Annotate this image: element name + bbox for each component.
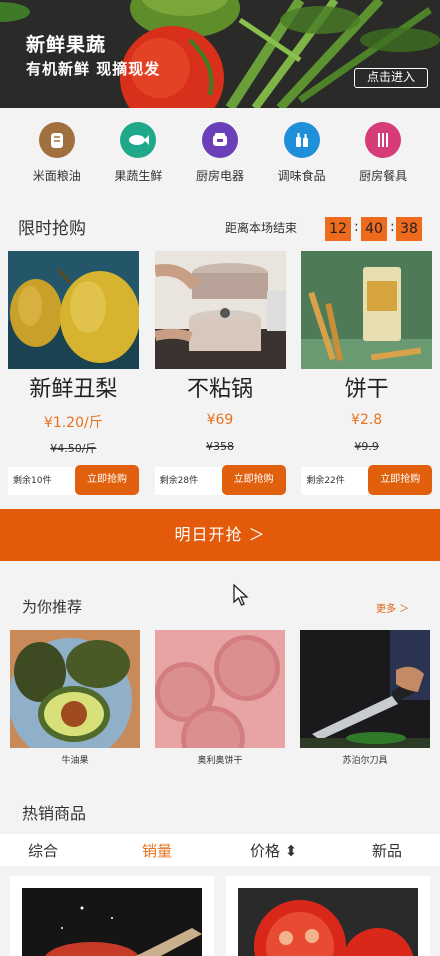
flash-item[interactable]: 不粘锅 ¥69 ¥358 剩余28件 立即抢购 (147, 251, 294, 501)
buy-now-button[interactable]: 立即抢购 (368, 465, 433, 495)
promo-banner[interactable]: 新鲜果蔬 有机新鲜 现摘现发 点击进入 (0, 0, 440, 108)
countdown-label: 距离本场结束 (225, 221, 298, 235)
product-price: ¥1.20/斤 (43, 415, 103, 431)
banner-title: 新鲜果蔬 (26, 34, 107, 56)
banner-enter-button[interactable]: 点击进入 (354, 68, 428, 88)
knife-image (300, 630, 430, 748)
recommend-title: 为你推荐 (22, 598, 83, 616)
category-label: 厨房电器 (195, 169, 244, 183)
product-old-price: ¥358 (205, 440, 234, 453)
product-name: 不粘锅 (186, 377, 253, 402)
hot-goods-title: 热销商品 (22, 804, 87, 823)
flash-sale-title: 限时抢购 (18, 219, 86, 239)
sort-comprehensive[interactable]: 综合 (28, 840, 58, 861)
category-label: 调味食品 (277, 169, 326, 183)
sort-bar: 综合 销量 价格 ⬍ 新品 (0, 834, 440, 866)
category-label: 米面粮油 (32, 169, 81, 183)
countdown-separator: : (354, 219, 359, 235)
recommend-list: 牛油果 奥利奥饼干 苏泊尔刀具 (0, 630, 440, 770)
biscuit-image (301, 251, 433, 369)
countdown-seconds: 38 (396, 217, 422, 241)
fish-icon (120, 122, 157, 158)
countdown-hours: 12 (325, 217, 351, 241)
category-item-seasoning[interactable]: 调味食品 (267, 108, 337, 196)
app-page: 新鲜果蔬 有机新鲜 现摘现发 点击进入 米面粮油 果蔬生鲜 厨房电器 调味食品 … (0, 0, 440, 956)
sort-sales[interactable]: 销量 (142, 840, 172, 861)
cutlery-icon (365, 122, 402, 158)
recommend-item[interactable]: 奥利奥饼干 (155, 630, 285, 766)
hot-product-image (238, 888, 418, 956)
avocado-image (10, 630, 140, 748)
hot-product-image (22, 888, 202, 956)
recommend-item[interactable]: 苏泊尔刀具 (300, 630, 430, 766)
stock-remaining: 剩余22件 (301, 467, 372, 495)
rice-cooker-icon (201, 122, 238, 158)
recommend-more-link[interactable]: 更多 ＞ (376, 600, 409, 615)
flash-item[interactable]: 饼干 ¥2.8 ¥9.9 剩余22件 立即抢购 (293, 251, 440, 501)
product-name: 饼干 (344, 377, 389, 402)
buy-now-button[interactable]: 立即抢购 (221, 465, 286, 495)
recommend-header: 为你推荐 更多 ＞ (0, 588, 440, 624)
mouse-cursor-icon (233, 583, 249, 606)
pear-image (8, 251, 139, 369)
bottles-icon (283, 122, 320, 158)
product-price: ¥69 (206, 412, 234, 428)
flash-sale-list: 新鲜丑梨 ¥1.20/斤 ¥4.50/斤 剩余10件 立即抢购 不粘锅 ¥69 … (0, 251, 440, 501)
category-label: 果蔬生鲜 (114, 169, 163, 183)
recommend-label: 奥利奥饼干 (197, 756, 243, 766)
product-name: 新鲜丑梨 (29, 377, 118, 402)
banner-subtitle: 有机新鲜 现摘现发 (26, 60, 161, 78)
countdown-minutes: 40 (361, 217, 387, 241)
countdown-separator: : (390, 219, 395, 235)
flash-sale-header: 限时抢购 距离本场结束 12 : 40 : 38 (0, 205, 440, 245)
recommend-label: 牛油果 (61, 756, 89, 766)
category-item-fresh[interactable]: 果蔬生鲜 (103, 108, 173, 196)
product-price: ¥2.8 (351, 412, 383, 428)
sort-price[interactable]: 价格 ⬍ (250, 840, 297, 861)
hot-goods-grid (0, 870, 440, 956)
recommend-item[interactable]: 牛油果 (10, 630, 140, 766)
category-item-appliance[interactable]: 厨房电器 (185, 108, 255, 196)
hot-product-card[interactable] (10, 876, 214, 956)
category-item-grain[interactable]: 米面粮油 (22, 108, 92, 196)
category-label: 厨房餐具 (359, 169, 408, 183)
stock-remaining: 剩余28件 (154, 467, 225, 495)
category-item-tableware[interactable]: 厨房餐具 (348, 108, 418, 196)
hot-product-card[interactable] (226, 876, 430, 956)
flash-item[interactable]: 新鲜丑梨 ¥1.20/斤 ¥4.50/斤 剩余10件 立即抢购 (0, 251, 147, 501)
product-old-price: ¥4.50/斤 (50, 442, 97, 455)
oreo-image (155, 630, 285, 748)
tomorrow-sale-button[interactable]: 明日开抢 ＞ (0, 509, 440, 561)
buy-now-button[interactable]: 立即抢购 (75, 465, 139, 495)
grain-icon (38, 122, 75, 158)
category-nav: 米面粮油 果蔬生鲜 厨房电器 调味食品 厨房餐具 (0, 108, 440, 196)
stock-remaining: 剩余10件 (8, 467, 78, 495)
recommend-label: 苏泊尔刀具 (342, 756, 388, 766)
product-old-price: ¥9.9 (354, 440, 379, 453)
pot-image (154, 251, 286, 369)
sort-new[interactable]: 新品 (372, 840, 402, 861)
